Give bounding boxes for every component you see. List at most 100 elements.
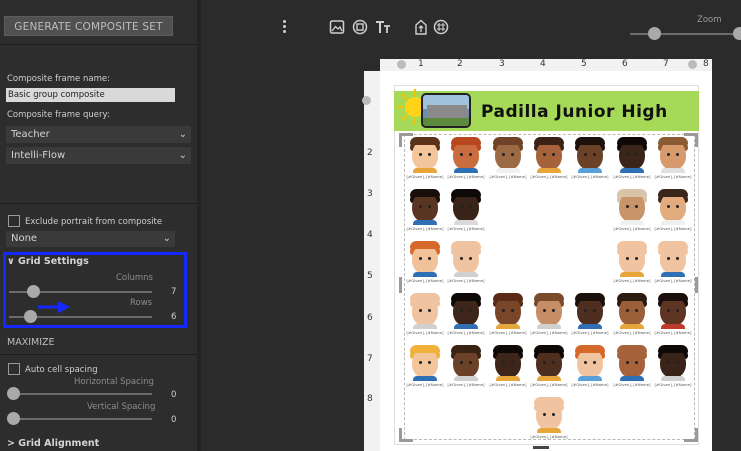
chevron-down-icon: ⌄	[178, 129, 187, 140]
portrait-eyes	[419, 361, 431, 364]
portrait-hair-top	[617, 137, 647, 145]
portrait-cell[interactable]: [#Given], [#Name]	[407, 241, 443, 287]
h-spacing-label: Horizontal Spacing	[74, 377, 154, 387]
image-icon[interactable]	[329, 19, 345, 35]
h-spacing-slider-track[interactable]	[9, 393, 152, 395]
auto-spacing-checkbox[interactable]	[8, 363, 20, 375]
portrait-cell[interactable]: [#Given], [#Name]	[407, 345, 443, 391]
portrait-eyes	[460, 361, 472, 364]
portrait-cell[interactable]: [#Given], [#Name]	[655, 189, 691, 235]
portrait-eyes	[502, 309, 514, 312]
photo-lawn	[423, 118, 469, 126]
portrait-cell[interactable]: [#Given], [#Name]	[572, 293, 608, 339]
portrait-cell[interactable]: [#Given], [#Name]	[490, 137, 526, 183]
rows-slider-knob[interactable]	[24, 310, 37, 323]
guide-marker[interactable]	[397, 60, 406, 69]
portrait-cell[interactable]: [#Given], [#Name]	[655, 241, 691, 287]
h-spacing-slider-knob[interactable]	[7, 387, 20, 400]
generate-composite-button[interactable]: GENERATE COMPOSITE SET	[4, 16, 173, 36]
ruler-left[interactable]: 2 3 4 5 6 7 8	[364, 71, 380, 451]
portrait-cell[interactable]: [#Given], [#Name]	[614, 293, 650, 339]
portrait-hair-top	[451, 345, 481, 353]
portrait-cell[interactable]: [#Given], [#Name]	[655, 345, 691, 391]
portrait-eyes	[502, 361, 514, 364]
side-handle[interactable]	[399, 277, 402, 293]
v-spacing-slider-knob[interactable]	[7, 412, 20, 425]
school-photo[interactable]	[421, 93, 471, 128]
zoom-slider-knob-max[interactable]	[733, 27, 741, 40]
bottom-handle[interactable]	[533, 446, 549, 449]
query-dropdown-teacher[interactable]: Teacher ⌄	[6, 126, 191, 143]
frame-icon[interactable]	[352, 19, 368, 35]
portrait-cell[interactable]: [#Given], [#Name]	[531, 293, 567, 339]
portrait-shirt	[454, 272, 478, 277]
portrait-cell[interactable]: [#Given], [#Name]	[614, 189, 650, 235]
portrait-eyes	[419, 309, 431, 312]
portrait-hair-top	[658, 293, 688, 301]
portrait-shirt	[413, 272, 437, 277]
portrait-shirt	[620, 220, 644, 225]
corner-handle[interactable]	[695, 428, 698, 442]
upload-icon[interactable]	[413, 19, 429, 35]
exclude-checkbox[interactable]	[8, 215, 20, 227]
portrait-shirt	[578, 324, 602, 329]
portrait-hair-top	[493, 345, 523, 353]
portrait-cell[interactable]: [#Given], [#Name]	[448, 189, 484, 235]
portrait-caption: [#Given], [#Name]	[489, 174, 527, 179]
chevron-right-icon: >	[7, 438, 19, 449]
portrait-grid-area[interactable]: [#Given], [#Name] [#Given], [#Name] [#Give…	[404, 134, 695, 440]
portrait-cell[interactable]: [#Given], [#Name]	[531, 397, 567, 443]
chevron-down-icon: ⌄	[178, 150, 187, 161]
portrait-cell[interactable]: [#Given], [#Name]	[490, 345, 526, 391]
portrait-hair-top	[410, 293, 440, 301]
guide-marker[interactable]	[688, 60, 697, 69]
portrait-eyes	[460, 205, 472, 208]
ruler-tick: 5	[367, 271, 373, 281]
portrait-shirt	[454, 168, 478, 173]
text-icon[interactable]	[375, 19, 391, 35]
frame-name-input[interactable]: Basic group composite	[6, 88, 175, 102]
portrait-caption: [#Given], [#Name]	[613, 174, 651, 179]
portrait-shirt	[661, 324, 685, 329]
zoom-slider-knob[interactable]	[648, 27, 661, 40]
portrait-cell[interactable]: [#Given], [#Name]	[448, 241, 484, 287]
exclude-dropdown[interactable]: None ⌄	[6, 231, 175, 247]
grid-alignment-header[interactable]: > Grid Alignment	[7, 438, 99, 449]
portrait-cell[interactable]: [#Given], [#Name]	[572, 345, 608, 391]
school-name-title[interactable]: Padilla Junior High	[481, 102, 668, 122]
portrait-cell[interactable]: [#Given], [#Name]	[448, 137, 484, 183]
portrait-cell[interactable]: [#Given], [#Name]	[614, 345, 650, 391]
corner-handle[interactable]	[695, 133, 698, 147]
portrait-cell[interactable]: [#Given], [#Name]	[614, 137, 650, 183]
portrait-cell[interactable]: [#Given], [#Name]	[531, 137, 567, 183]
corner-handle[interactable]	[399, 133, 402, 147]
portrait-cell[interactable]: [#Given], [#Name]	[614, 241, 650, 287]
side-handle[interactable]	[695, 277, 698, 293]
settings-panel: GENERATE COMPOSITE SET Composite frame n…	[0, 0, 197, 451]
portrait-cell[interactable]: [#Given], [#Name]	[655, 293, 691, 339]
v-spacing-slider-track[interactable]	[9, 418, 152, 420]
portrait-cell[interactable]: [#Given], [#Name]	[531, 345, 567, 391]
query-dropdown-flow[interactable]: Intelli-Flow ⌄	[6, 147, 191, 164]
corner-handle[interactable]	[399, 428, 402, 442]
more-options-icon[interactable]	[283, 20, 287, 35]
columns-slider-knob[interactable]	[27, 285, 40, 298]
portrait-cell[interactable]: [#Given], [#Name]	[572, 137, 608, 183]
portrait-caption: [#Given], [#Name]	[654, 226, 692, 231]
portrait-caption: [#Given], [#Name]	[406, 278, 444, 283]
grid-settings-header[interactable]: ∨ Grid Settings	[7, 256, 89, 267]
portrait-cell[interactable]: [#Given], [#Name]	[448, 293, 484, 339]
ruler-tick: 1	[418, 59, 424, 69]
ruler-top[interactable]: 1 2 3 4 5 6 7 8	[380, 59, 712, 71]
portrait-cell[interactable]: [#Given], [#Name]	[655, 137, 691, 183]
portrait-cell[interactable]: [#Given], [#Name]	[448, 345, 484, 391]
zoom-slider-track[interactable]	[630, 33, 741, 35]
portrait-shirt	[454, 220, 478, 225]
portrait-cell[interactable]: [#Given], [#Name]	[407, 293, 443, 339]
grid-layout-icon[interactable]	[433, 19, 449, 35]
portrait-cell[interactable]: [#Given], [#Name]	[407, 137, 443, 183]
portrait-cell[interactable]: [#Given], [#Name]	[490, 293, 526, 339]
portrait-cell[interactable]: [#Given], [#Name]	[407, 189, 443, 235]
guide-marker[interactable]	[362, 96, 371, 105]
portrait-shirt	[413, 168, 437, 173]
